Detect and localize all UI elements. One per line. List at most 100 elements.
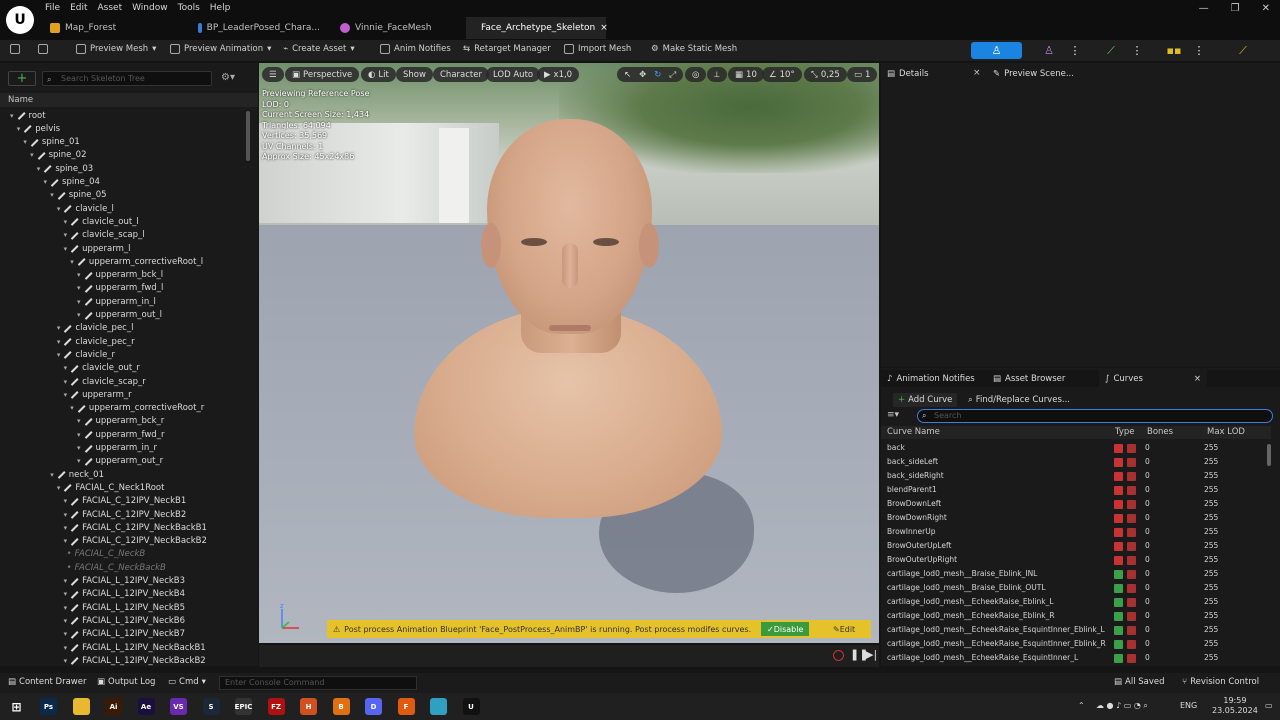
expand-arrow-icon[interactable]: ▾ — [77, 284, 81, 292]
material-curve-icon[interactable] — [1127, 598, 1136, 607]
filter-icon[interactable]: ≡▾ — [887, 410, 899, 420]
bone-row[interactable]: ▾ FACIAL_L_12IPV_NeckB3 — [64, 575, 185, 588]
curve-max-lod[interactable]: 255 — [1204, 483, 1218, 497]
settings-gear-icon[interactable]: ⚙▾ — [221, 72, 235, 83]
retarget-manager-button[interactable]: ⇆ Retarget Manager — [463, 44, 551, 54]
curve-row[interactable]: cartilage_lod0_mesh__EcheekRaise_Esquint… — [881, 637, 1266, 651]
curve-type-icon[interactable] — [1114, 472, 1123, 481]
curve-row[interactable]: cartilage_lod0_mesh__EcheekRaise_Eblink_… — [881, 609, 1266, 623]
morph-target-icon[interactable] — [1114, 598, 1123, 607]
expand-arrow-icon[interactable]: ▾ — [77, 271, 81, 279]
bone-row[interactable]: ▾ FACIAL_L_12IPV_NeckBackB1 — [64, 641, 206, 654]
expand-arrow-icon[interactable]: ▾ — [64, 604, 68, 612]
bone-row[interactable]: ▾ FACIAL_C_12IPV_NeckB2 — [64, 508, 187, 521]
material-curve-icon[interactable] — [1127, 500, 1136, 509]
curve-row[interactable]: BrowInnerUp 0 255 — [881, 525, 1266, 539]
bone-row[interactable]: • FACIAL_C_NeckB — [64, 548, 146, 561]
firefox-icon[interactable]: F — [397, 698, 415, 715]
expand-arrow-icon[interactable]: ▾ — [64, 218, 68, 226]
bone-row[interactable]: ▾ clavicle_pec_l — [57, 322, 134, 335]
bone-row[interactable]: ▾ clavicle_out_l — [64, 215, 139, 228]
more-options-icon[interactable]: ⋮ — [1132, 42, 1143, 59]
curve-search-input[interactable]: ⌕ Search — [917, 409, 1273, 423]
material-curve-icon[interactable] — [1127, 486, 1136, 495]
curve-max-lod[interactable]: 255 — [1204, 609, 1218, 623]
lit-button[interactable]: ◐ Lit — [361, 67, 396, 82]
bone-row[interactable]: ▾ upperarm_bck_l — [77, 269, 163, 282]
material-curve-icon[interactable] — [1127, 542, 1136, 551]
menu-file[interactable]: File — [45, 3, 70, 13]
col-curve-name[interactable]: Curve Name — [887, 426, 940, 439]
tab-asset-browser[interactable]: ▤ Asset Browser — [993, 371, 1065, 387]
expand-arrow-icon[interactable]: ▾ — [17, 125, 21, 133]
bone-row[interactable]: ▾ root — [10, 109, 46, 122]
expand-arrow-icon[interactable]: ▾ — [64, 537, 68, 545]
bone-row[interactable]: ▾ clavicle_pec_r — [57, 335, 135, 348]
all-saved-button[interactable]: ▤ All Saved — [1114, 677, 1165, 687]
curve-max-lod[interactable]: 255 — [1204, 553, 1218, 567]
ai-icon[interactable]: Ai — [105, 698, 122, 715]
curve-type-icon[interactable] — [1114, 528, 1123, 537]
language-indicator[interactable]: ENG — [1180, 701, 1197, 710]
notification-icon[interactable]: ▭ — [1265, 701, 1273, 710]
physics-mode-button[interactable]: ⟋ — [1230, 42, 1256, 59]
tab-curves[interactable]: ∫ Curves × — [1099, 370, 1207, 387]
tray-icons[interactable]: ☁ ● ♪ ▭ ◔ ⌕ — [1096, 701, 1148, 711]
expand-arrow-icon[interactable]: ▾ — [77, 311, 81, 319]
material-curve-icon[interactable] — [1127, 444, 1136, 453]
material-curve-icon[interactable] — [1127, 612, 1136, 621]
curve-type-icon[interactable] — [1114, 542, 1123, 551]
discord-icon[interactable]: D — [365, 698, 382, 715]
perspective-button[interactable]: ▣ Perspective — [285, 67, 360, 82]
bone-row[interactable]: ▾ FACIAL_C_12IPV_NeckBackB2 — [64, 535, 207, 548]
material-curve-icon[interactable] — [1127, 626, 1136, 635]
bone-row[interactable]: ▾ upperarm_correctiveRoot_l — [70, 255, 203, 268]
ps-icon[interactable]: Ps — [40, 698, 57, 715]
world-local-icon[interactable]: ◎ — [685, 67, 707, 82]
bone-row[interactable]: ▾ clavicle_out_r — [64, 362, 140, 375]
expand-arrow-icon[interactable]: ▾ — [64, 245, 68, 253]
grid-snap-button[interactable]: ▦ 10 — [728, 67, 764, 82]
material-curve-icon[interactable] — [1127, 640, 1136, 649]
viewport-menu-icon[interactable]: ☰ — [262, 67, 284, 82]
curve-max-lod[interactable]: 255 — [1204, 525, 1218, 539]
app-icon[interactable] — [430, 698, 447, 715]
bone-row[interactable]: ▾ FACIAL_L_12IPV_NeckB6 — [64, 614, 185, 627]
curve-row[interactable]: cartilage_lod0_mesh__EcheekRaise_Esquint… — [881, 623, 1266, 637]
menu-tools[interactable]: Tools — [178, 3, 210, 13]
scale-snap-button[interactable]: ⤡ 0,25 — [804, 67, 847, 82]
expand-arrow-icon[interactable]: ▾ — [64, 378, 68, 386]
camera-speed-button[interactable]: ▭ 1 — [847, 67, 878, 82]
expand-arrow-icon[interactable]: ▾ — [57, 351, 61, 359]
curve-row[interactable]: back_sideLeft 0 255 — [881, 455, 1266, 469]
make-static-mesh-button[interactable]: ⚙ Make Static Mesh — [651, 44, 737, 54]
preview-animation-button[interactable]: Preview Animation ▾ — [170, 44, 271, 54]
bone-row[interactable]: ▾ upperarm_correctiveRoot_r — [70, 402, 204, 415]
character-button[interactable]: Character — [433, 67, 489, 82]
bone-row[interactable]: ▾ spine_05 — [50, 189, 106, 202]
output-log-button[interactable]: ▣ Output Log — [97, 677, 155, 687]
bone-row[interactable]: ▾ FACIAL_C_12IPV_NeckB1 — [64, 495, 187, 508]
bone-row[interactable]: ▾ FACIAL_C_Neck1Root — [57, 481, 165, 494]
folder-icon[interactable] — [72, 698, 90, 715]
browse-icon[interactable] — [38, 44, 48, 54]
move-icon[interactable]: ✥ — [639, 70, 646, 80]
expand-arrow-icon[interactable]: ▾ — [64, 524, 68, 532]
steam-icon[interactable]: S — [202, 698, 220, 715]
viewport[interactable]: ☰ ▣ Perspective ◐ Lit Show Character LOD A… — [259, 63, 879, 643]
tab-preview-scene[interactable]: ✎ Preview Scene... — [993, 66, 1074, 82]
curve-max-lod[interactable]: 255 — [1204, 539, 1218, 553]
tab-face-archetype-skeleton[interactable]: Face_Archetype_Skeleton × — [466, 17, 608, 39]
close-tab-icon[interactable]: × — [600, 23, 608, 33]
material-curve-icon[interactable] — [1127, 514, 1136, 523]
material-curve-icon[interactable] — [1127, 472, 1136, 481]
expand-arrow-icon[interactable]: ▾ — [64, 617, 68, 625]
expand-arrow-icon[interactable]: ▾ — [64, 657, 68, 665]
curve-max-lod[interactable]: 255 — [1204, 637, 1218, 651]
curve-max-lod[interactable]: 255 — [1204, 469, 1218, 483]
close-details-icon[interactable]: × — [973, 68, 981, 78]
morph-target-icon[interactable] — [1114, 654, 1123, 663]
skeleton-mode-button[interactable]: ♙ — [971, 42, 1022, 59]
menu-asset[interactable]: Asset — [98, 3, 133, 13]
curve-row[interactable]: cartilage_lod0_mesh__EcheekRaise_Eblink_… — [881, 595, 1266, 609]
